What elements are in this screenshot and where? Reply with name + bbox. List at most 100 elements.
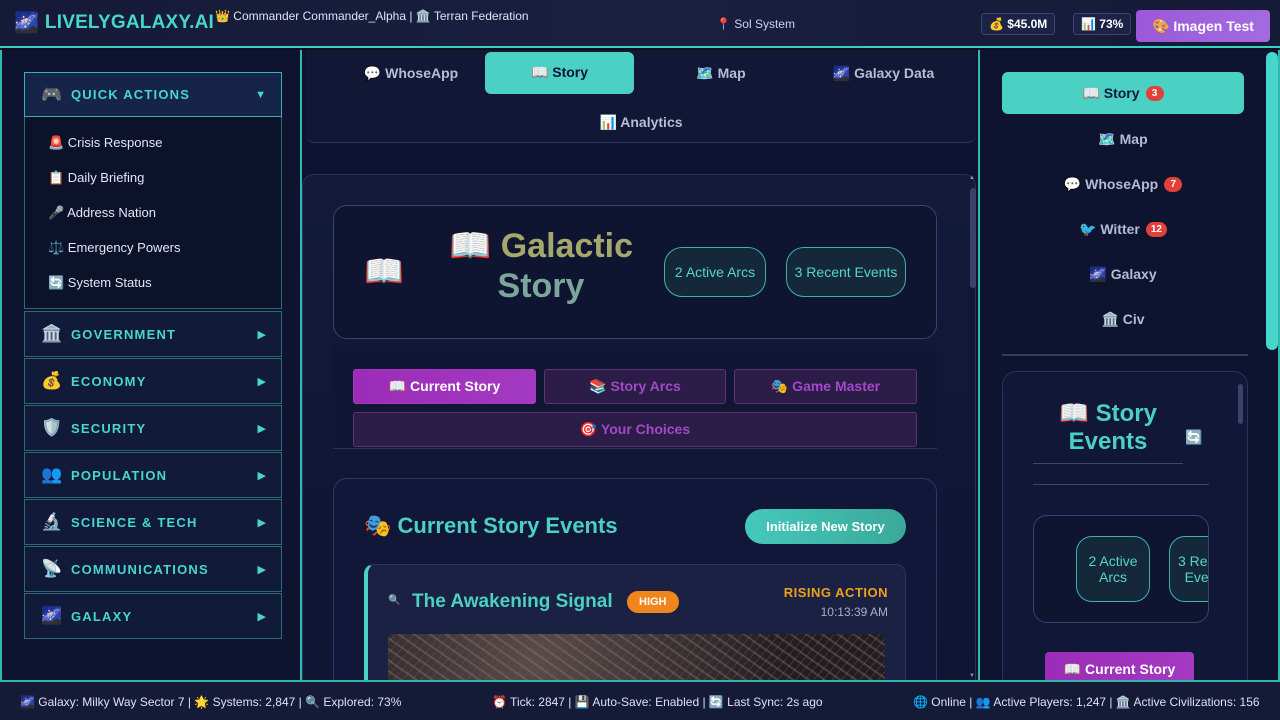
page-title: 📖 Galactic Story — [434, 226, 648, 306]
divider — [1033, 484, 1209, 485]
right-nav-label: 🐦 Witter — [1079, 221, 1140, 237]
active-arcs-badge: 2 Active Arcs — [664, 247, 766, 297]
right-nav-story[interactable]: 📖 Story 3 — [1002, 72, 1244, 114]
chevron-right-icon: ▶ — [257, 516, 266, 529]
story-event-card[interactable]: 🔍 The Awakening Signal HIGH RISING ACTIO… — [364, 564, 906, 680]
title-line-2: Story — [497, 267, 585, 305]
subtab-current-story[interactable]: 📖 Current Story — [353, 369, 536, 404]
scroll-down-icon[interactable]: ▼ — [969, 673, 975, 679]
subtab-story-arcs[interactable]: 📚 Story Arcs — [544, 369, 726, 404]
tab-map[interactable]: 🗺️ Map — [646, 65, 796, 82]
section-label: COMMUNICATIONS — [71, 561, 209, 577]
tab-analytics[interactable]: 📊 Analytics — [566, 114, 716, 131]
gamepad-icon: 🎮 — [41, 84, 63, 104]
chevron-right-icon: ▶ — [257, 375, 266, 388]
quick-action-crisis-response[interactable]: 🚨 Crisis Response — [48, 135, 162, 151]
brand[interactable]: 🌌 LIVELYGALAXY.AI — [14, 11, 214, 35]
quick-actions-header[interactable]: 🎮 QUICK ACTIONS ▼ — [24, 72, 282, 117]
story-panel: 📖 📖 Galactic Story 2 Active Arcs 3 Recen… — [302, 174, 976, 680]
event-image — [388, 634, 885, 680]
event-phase: RISING ACTION — [783, 585, 888, 600]
section-label: SECURITY — [71, 420, 147, 436]
quick-action-system-status[interactable]: 🔄 System Status — [48, 275, 152, 291]
tab-whoseapp[interactable]: 💬 WhoseApp — [336, 65, 486, 82]
scrollbar-thumb[interactable] — [970, 188, 976, 288]
main-tabs: 💬 WhoseApp 📖 Story 🗺️ Map 🌌 Galaxy Data … — [306, 50, 976, 143]
right-nav-label: 🌌 Galaxy — [1089, 266, 1157, 282]
section-communications[interactable]: 📡 COMMUNICATIONS ▶ — [24, 546, 282, 592]
initialize-story-button[interactable]: Initialize New Story — [745, 509, 906, 544]
right-nav-label: 💬 WhoseApp — [1063, 176, 1159, 192]
event-time: 10:13:39 AM — [820, 605, 888, 619]
active-arcs-badge: 2 Active Arcs — [1076, 536, 1150, 602]
refresh-icon[interactable]: 🔄 — [1185, 429, 1202, 446]
right-sidebar: 📖 Story 3 🗺️ Map 💬 WhoseApp 7 🐦 Witter 12 🌌… — [978, 50, 1280, 691]
imagen-test-button[interactable]: 🎨 Imagen Test — [1136, 10, 1270, 42]
story-events-widget: 📖 Story Events 🔄 2 Active Arcs 3 Recent … — [1002, 371, 1248, 691]
scrollbar-thumb[interactable] — [1238, 384, 1243, 424]
brand-name: LIVELYGALAXY.AI — [44, 12, 215, 33]
scroll-up-icon[interactable]: ▲ — [969, 175, 975, 181]
chevron-right-icon: ▶ — [257, 563, 266, 576]
quick-action-emergency-powers[interactable]: ⚖️ Emergency Powers — [48, 240, 181, 256]
divider — [1033, 463, 1183, 464]
left-sidebar: 🎮 QUICK ACTIONS ▼ 🚨 Crisis Response 📋 Da… — [0, 50, 302, 680]
chevron-down-icon: ▼ — [255, 88, 266, 101]
section-label: SCIENCE & TECH — [71, 514, 198, 530]
section-government[interactable]: 🏛️ GOVERNMENT ▶ — [24, 311, 282, 357]
quick-action-daily-briefing[interactable]: 📋 Daily Briefing — [48, 170, 144, 186]
widget-title: 📖 Story Events — [1033, 400, 1183, 456]
story-scroll-area[interactable]: 📖 📖 Galactic Story 2 Active Arcs 3 Recen… — [302, 174, 978, 680]
current-story-events: 🎭 Current Story Events Initialize New St… — [333, 478, 937, 680]
section-science-tech[interactable]: 🔬 SCIENCE & TECH ▶ — [24, 499, 282, 545]
section-label: POPULATION — [71, 467, 168, 483]
right-nav-civ[interactable]: 🏛️ Civ — [1002, 311, 1244, 328]
commander-info: 👑 Commander Commander_Alpha | 🏛️ Terran … — [215, 9, 529, 23]
right-nav-witter[interactable]: 🐦 Witter 12 — [1002, 221, 1244, 238]
recent-events-badge: 3 Recent Events — [786, 247, 906, 297]
microscope-icon: 🔬 — [41, 512, 63, 531]
widget-title-line-2: Events — [1068, 428, 1148, 455]
widget-scrollbar[interactable] — [1238, 376, 1243, 682]
galaxy-status: 🌌 Galaxy: Milky Way Sector 7 | 🌟 Systems… — [20, 695, 402, 709]
center-scrollbar[interactable]: ▲ ▼ — [969, 175, 976, 679]
subtab-your-choices[interactable]: 🎯 Your Choices — [353, 412, 917, 447]
approval-badge: 📊 73% — [1073, 13, 1132, 35]
shield-icon: 🛡️ — [41, 418, 63, 437]
event-title: The Awakening Signal — [412, 591, 613, 612]
online-status: 🌐 Online | 👥 Active Players: 1,247 | 🏛️ … — [913, 695, 1260, 709]
section-label: ECONOMY — [71, 373, 147, 389]
story-count-badge: 3 — [1145, 86, 1164, 101]
chevron-right-icon: ▶ — [257, 328, 266, 341]
section-economy[interactable]: 💰 ECONOMY ▶ — [24, 358, 282, 404]
section-security[interactable]: 🛡️ SECURITY ▶ — [24, 405, 282, 451]
right-nav-galaxy[interactable]: 🌌 Galaxy — [1002, 266, 1244, 283]
location-info: 📍 Sol System — [716, 17, 795, 31]
satellite-icon: 📡 — [41, 559, 63, 578]
story-subtabs: 📖 Current Story 📚 Story Arcs 🎭 Game Mast… — [333, 345, 937, 449]
page-scrollbar-thumb[interactable] — [1266, 52, 1278, 350]
divider — [1002, 354, 1248, 356]
witter-count-badge: 12 — [1145, 222, 1167, 237]
tick-status: ⏰ Tick: 2847 | 💾 Auto-Save: Enabled | 🔄 … — [492, 695, 823, 709]
events-title: 🎭 Current Story Events — [364, 513, 618, 538]
right-nav-label: 📖 Story — [1082, 85, 1140, 101]
chevron-right-icon: ▶ — [257, 610, 266, 623]
widget-stats-box: 2 Active Arcs 3 Recent Events — [1033, 515, 1209, 623]
section-population[interactable]: 👥 POPULATION ▶ — [24, 452, 282, 498]
government-icon: 🏛️ — [41, 324, 63, 343]
tab-galaxy-data[interactable]: 🌌 Galaxy Data — [806, 65, 961, 82]
right-nav-map[interactable]: 🗺️ Map — [1002, 131, 1244, 148]
title-line-1: 📖 Galactic — [448, 227, 634, 265]
recent-events-badge: 3 Recent Events — [1169, 536, 1208, 602]
tab-story[interactable]: 📖 Story — [485, 52, 634, 94]
right-nav-whoseapp[interactable]: 💬 WhoseApp 7 — [1002, 176, 1244, 193]
quick-action-address-nation[interactable]: 🎤 Address Nation — [48, 205, 156, 221]
chevron-right-icon: ▶ — [257, 469, 266, 482]
section-label: GALAXY — [71, 608, 133, 624]
money-bag-icon: 💰 — [41, 371, 63, 390]
priority-badge: HIGH — [627, 591, 679, 613]
section-galaxy[interactable]: 🌌 GALAXY ▶ — [24, 593, 282, 639]
subtab-game-master[interactable]: 🎭 Game Master — [734, 369, 917, 404]
right-nav-label: 🏛️ Civ — [1101, 311, 1145, 327]
